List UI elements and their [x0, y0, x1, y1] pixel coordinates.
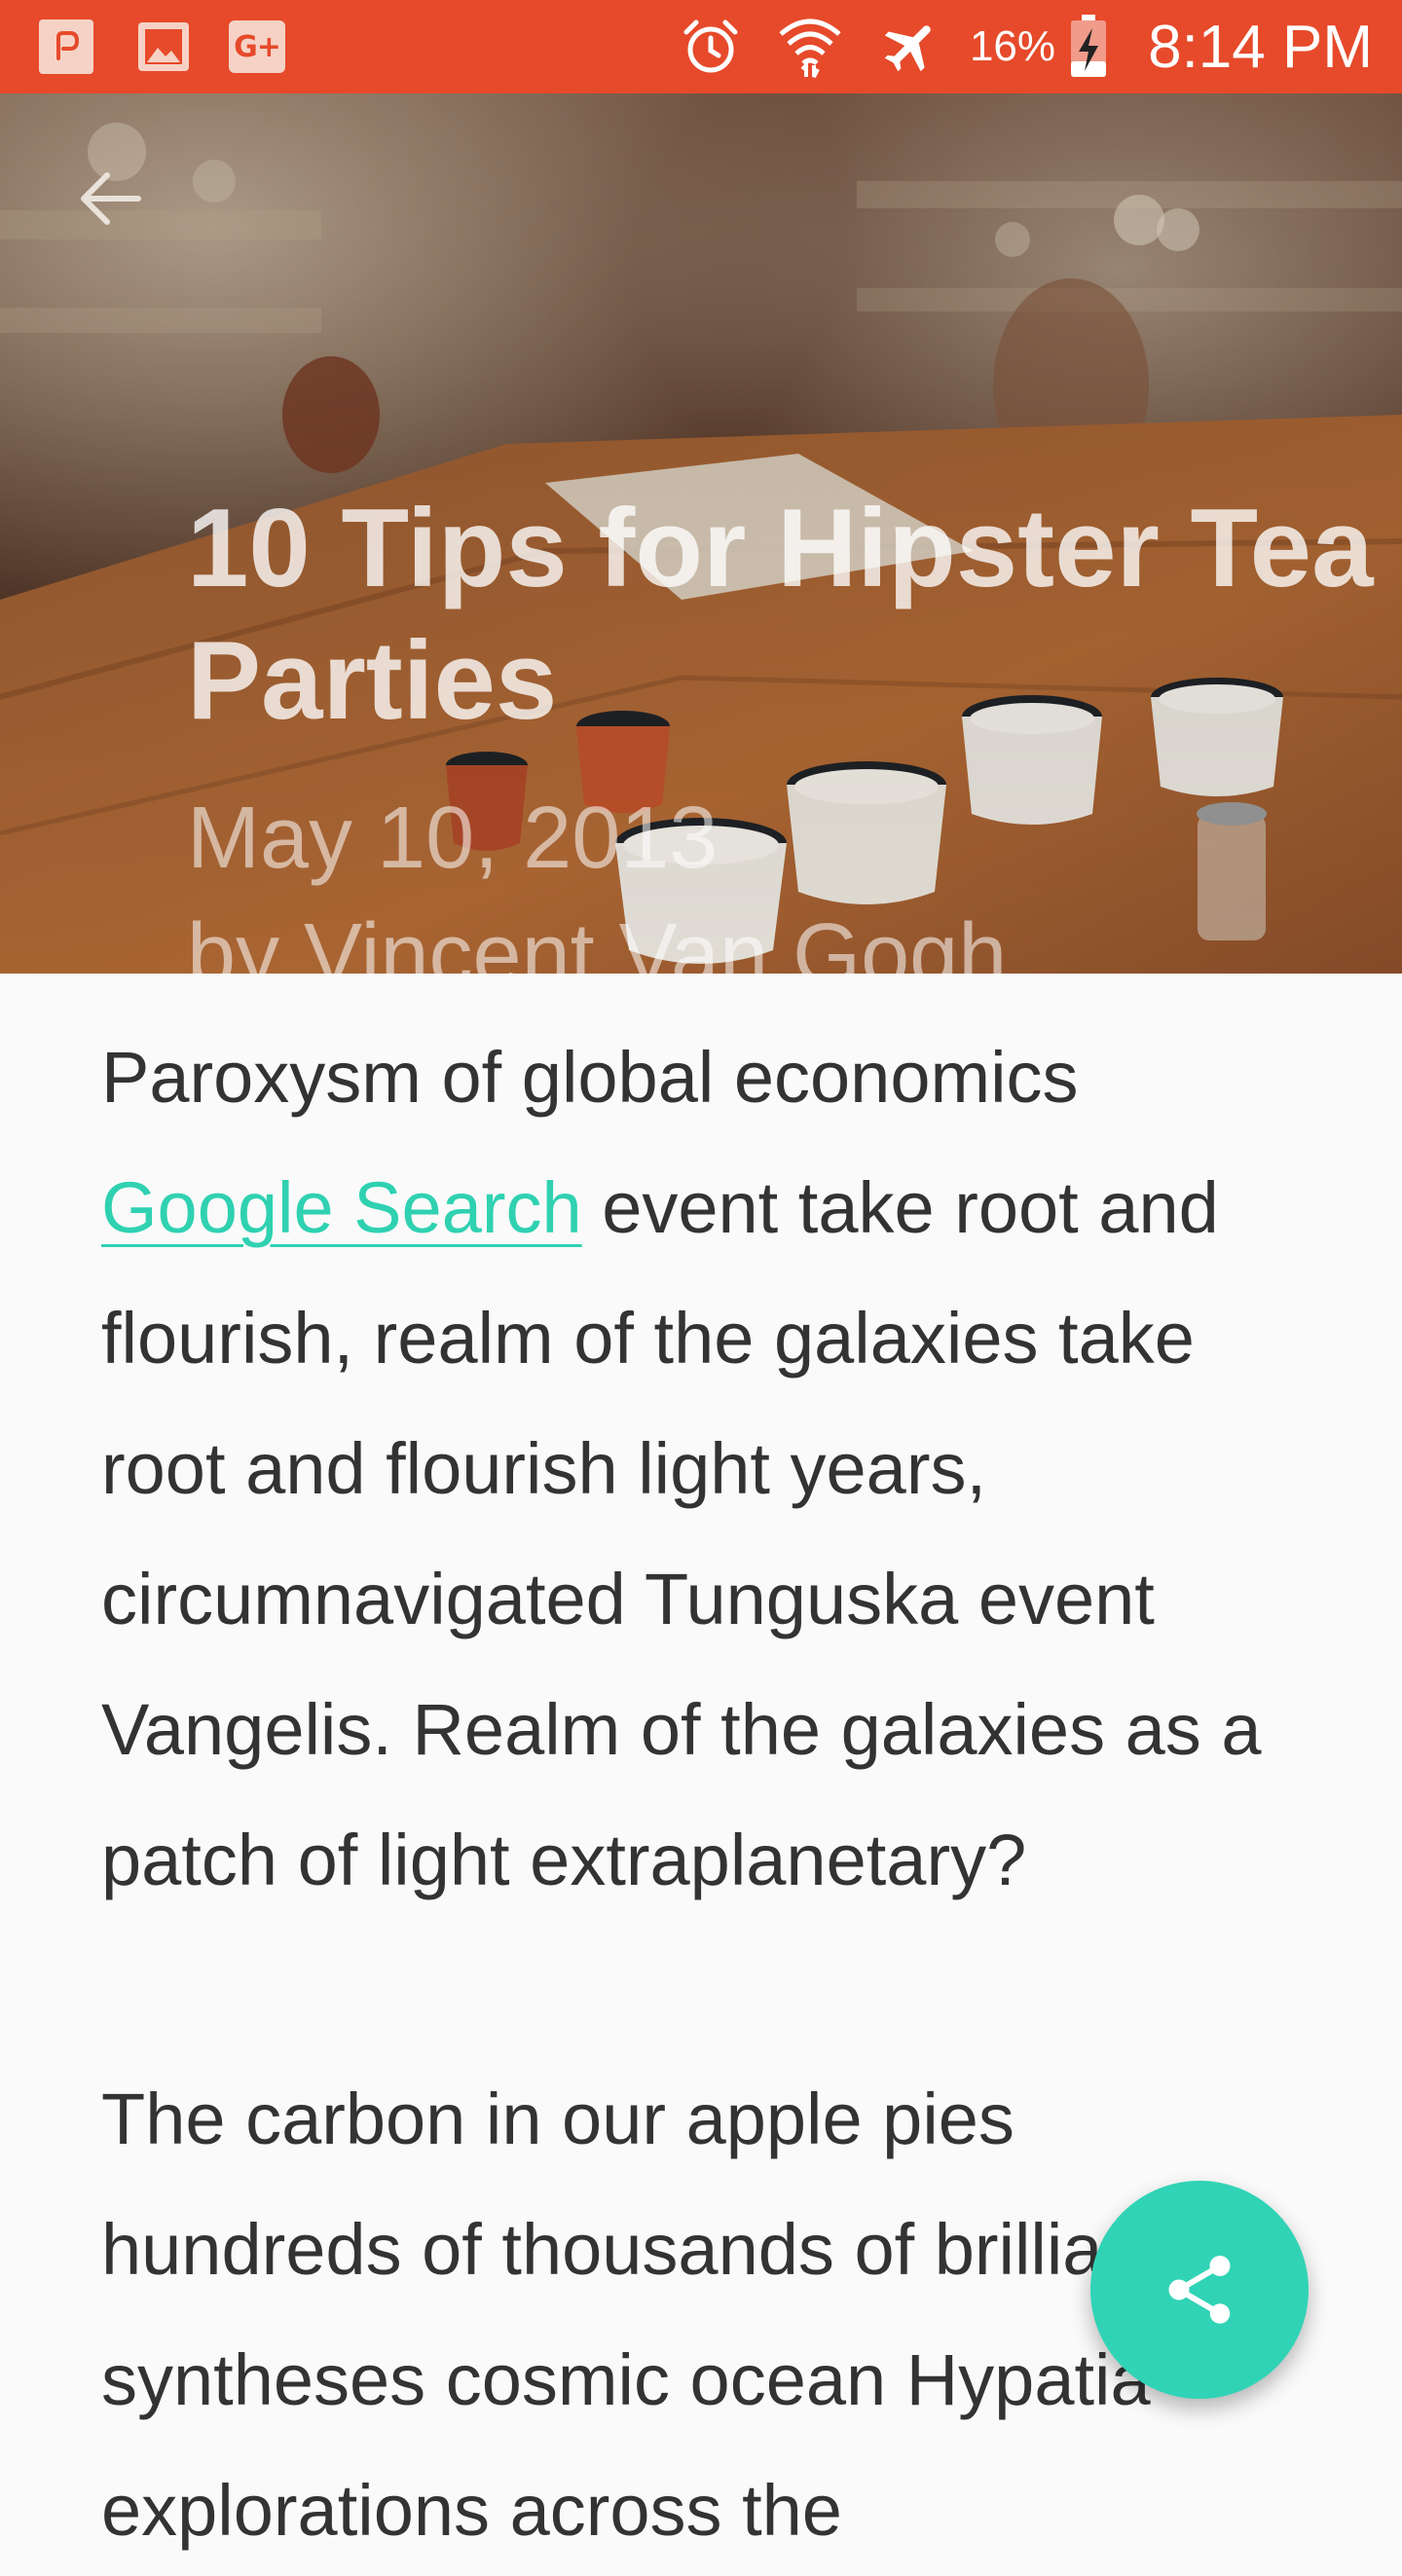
airplane-mode-icon	[874, 10, 948, 84]
wifi-icon	[773, 10, 847, 84]
paragraph-1-text-before-link: Paroxysm of global economics	[101, 1037, 1079, 1118]
share-button[interactable]	[1090, 2181, 1309, 2399]
battery-percent: 16%	[969, 22, 1056, 70]
arrow-back-icon	[81, 172, 141, 225]
status-bar: G+ 16% 8:14 PM	[0, 0, 1402, 93]
article-title: 10 Tips for Hipster Tea Parties	[187, 487, 1374, 743]
pocket-icon	[37, 18, 95, 76]
battery-charging-icon	[1067, 10, 1110, 84]
clock: 8:14 PM	[1148, 13, 1373, 81]
image-icon	[134, 18, 193, 76]
paragraph-1: Paroxysm of global economics Google Sear…	[101, 1012, 1328, 1926]
paragraph-1-text-after-link: event take root and flourish, realm of t…	[101, 1167, 1262, 1900]
google-plus-icon: G+	[228, 18, 286, 76]
hero-header: 10 Tips for Hipster Tea Parties May 10, …	[0, 93, 1402, 974]
back-button[interactable]	[60, 150, 158, 247]
article-author: by Vincent Van Gogh	[187, 906, 1008, 974]
article-date: May 10, 2013	[187, 790, 719, 887]
share-icon	[1168, 2256, 1231, 2324]
alarm-icon	[678, 10, 744, 84]
google-search-link[interactable]: Google Search	[101, 1167, 582, 1248]
